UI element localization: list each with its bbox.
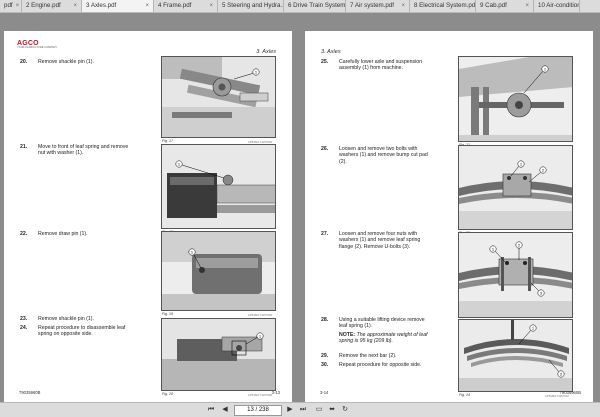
figure-24: 1 2 [458, 319, 573, 392]
tab-axles[interactable]: 3 Axles.pdf × [82, 0, 154, 12]
last-page-icon[interactable]: ⏭ [298, 405, 308, 415]
tab-cab[interactable]: 9 Cab.pdf × [476, 0, 534, 12]
figure-22: 1 2 [458, 145, 573, 230]
figure-20-caption: Fig. 20 [162, 392, 173, 396]
page-number-input[interactable]: 13 / 238 [234, 405, 282, 416]
tab-electrical[interactable]: 8 Electrical System.pdf× [410, 0, 476, 12]
figure-17: 1 [161, 56, 276, 138]
figure-24-caption: Fig. 24 [459, 393, 470, 397]
footer-page-number: 3-14 [320, 390, 329, 395]
tab-engine[interactable]: 2 Engine.pdf × [22, 0, 82, 12]
close-icon[interactable]: × [401, 0, 405, 12]
figure-18: 1 [161, 144, 276, 229]
footer-doc-number: 79035960B [19, 390, 41, 395]
figure-19-code: AP5460173157905 [248, 313, 272, 317]
figure-18-illustration: 1 [162, 145, 275, 228]
tab-air-condition[interactable]: 10 Air-condition [534, 0, 580, 12]
figure-20-code: AP5460173157906 [248, 393, 272, 397]
page-3-13: AGCO YOUR AGRICULTURE COMPANY 3. Axles 20… [4, 31, 292, 402]
close-icon[interactable]: × [145, 0, 149, 12]
close-icon[interactable]: × [16, 0, 20, 12]
tab-frame[interactable]: 4 Frame.pdf × [154, 0, 218, 12]
navigation-bar: ⏮ ◀ 13 / 238 ▶ ⏭ ▭ ⬌ ↻ [0, 402, 600, 417]
page-3-14: 3. Axles 25. Carefully lower axle and sus… [305, 31, 593, 402]
footer-doc-number: 79035960B [559, 390, 581, 395]
figure-23-illustration: 1 2 3 [459, 233, 572, 317]
footer-page-number: 3-13 [271, 390, 280, 395]
fit-page-icon[interactable]: ▭ [314, 405, 324, 415]
rotate-icon[interactable]: ↻ [340, 405, 350, 415]
figure-23: 1 2 3 [458, 232, 573, 318]
figure-24-illustration: 1 2 [459, 320, 572, 391]
figure-19-caption: Fig. 19 [162, 312, 173, 316]
figure-20: 1 [161, 318, 276, 391]
figure-21-illustration: 1 [459, 57, 572, 141]
figure-22-illustration: 1 2 [459, 146, 572, 229]
figure-20-illustration: 1 [162, 319, 275, 390]
document-viewer[interactable]: AGCO YOUR AGRICULTURE COMPANY 3. Axles 20… [0, 13, 600, 402]
tab-steering[interactable]: 5 Steering and Hydra...× [218, 0, 284, 12]
figure-21: 1 [458, 56, 573, 142]
tab-drive-train[interactable]: 6 Drive Train System...× [284, 0, 346, 12]
close-icon[interactable]: × [73, 0, 77, 12]
section-title: 3. Axles [256, 49, 276, 55]
figure-17-caption: Fig. 17 [162, 139, 173, 143]
close-icon[interactable]: × [525, 0, 529, 12]
figure-17-illustration: 1 [162, 57, 275, 137]
tab-air-system[interactable]: 7 Air system.pdf × [346, 0, 410, 12]
section-title: 3. Axles [321, 49, 341, 55]
agco-logo: AGCO YOUR AGRICULTURE COMPANY [17, 40, 58, 49]
next-page-icon[interactable]: ▶ [285, 405, 295, 415]
tab-bar: pdf × 2 Engine.pdf × 3 Axles.pdf × 4 Frame.… [0, 0, 600, 13]
note: NOTE: The approximate weight of leaf spr… [339, 332, 428, 345]
first-page-icon[interactable]: ⏮ [206, 405, 216, 415]
previous-page-icon[interactable]: ◀ [220, 405, 230, 415]
close-icon[interactable]: × [209, 0, 213, 12]
tab-pdf[interactable]: pdf × [0, 0, 22, 12]
fit-width-icon[interactable]: ⬌ [327, 405, 337, 415]
figure-19-illustration: 1 [162, 232, 275, 310]
figure-19: 1 [161, 231, 276, 311]
